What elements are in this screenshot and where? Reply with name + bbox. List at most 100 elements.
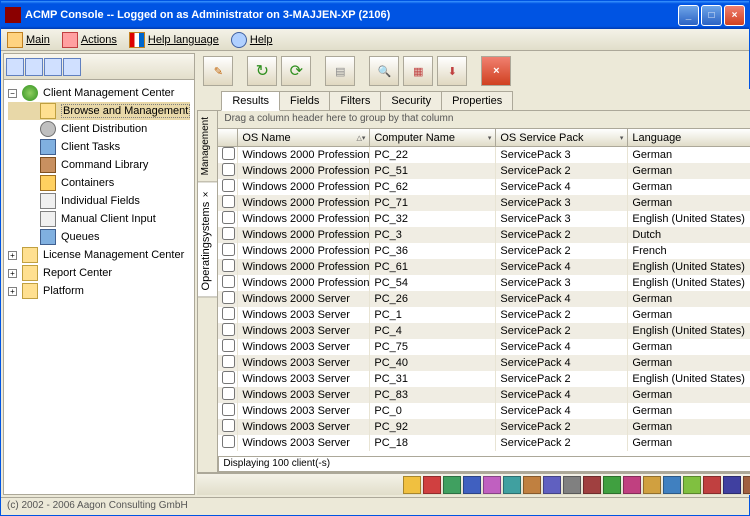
table-row[interactable]: Windows 2003 ServerPC_40ServicePack 4Ger…	[218, 355, 750, 371]
row-checkbox[interactable]	[218, 275, 238, 291]
row-checkbox[interactable]	[218, 211, 238, 227]
close-button[interactable]: ×	[724, 5, 745, 26]
row-checkbox[interactable]	[218, 323, 238, 339]
header-servicepack[interactable]: OS Service Pack▾	[496, 129, 628, 146]
table-row[interactable]: Windows 2000 ProfessionalPC_62ServicePac…	[218, 179, 750, 195]
bottom-tool-1[interactable]	[423, 476, 441, 494]
row-checkbox[interactable]	[218, 387, 238, 403]
tree-browse-mgmt[interactable]: Browse and Management	[8, 102, 190, 120]
tree-client-mgmt[interactable]: −Client Management Center	[8, 84, 190, 102]
row-checkbox[interactable]	[218, 195, 238, 211]
row-checkbox[interactable]	[218, 435, 238, 451]
row-checkbox[interactable]	[218, 371, 238, 387]
menu-help[interactable]: Help	[231, 32, 273, 48]
table-row[interactable]: Windows 2000 ProfessionalPC_51ServicePac…	[218, 163, 750, 179]
sidebar-tool-1[interactable]	[6, 58, 24, 76]
maximize-button[interactable]: □	[701, 5, 722, 26]
grid-body[interactable]: Windows 2000 ProfessionalPC_22ServicePac…	[218, 147, 750, 456]
vtab-management[interactable]: Management	[198, 111, 217, 182]
table-row[interactable]: Windows 2003 ServerPC_75ServicePack 4Ger…	[218, 339, 750, 355]
row-checkbox[interactable]	[218, 403, 238, 419]
header-language[interactable]: Language▾	[628, 129, 750, 146]
sidebar-tool-3[interactable]	[44, 58, 62, 76]
toolbar-refresh-all[interactable]: ⟳	[281, 56, 311, 86]
toolbar-grid[interactable]: ▦	[403, 56, 433, 86]
table-row[interactable]: Windows 2000 ServerPC_26ServicePack 4Ger…	[218, 291, 750, 307]
tree-queues[interactable]: Queues	[8, 228, 190, 246]
table-row[interactable]: Windows 2000 ProfessionalPC_71ServicePac…	[218, 195, 750, 211]
bottom-tool-0[interactable]	[403, 476, 421, 494]
row-checkbox[interactable]	[218, 163, 238, 179]
bottom-tool-9[interactable]	[583, 476, 601, 494]
bottom-tool-15[interactable]	[703, 476, 721, 494]
table-row[interactable]: Windows 2000 ProfessionalPC_22ServicePac…	[218, 147, 750, 163]
tab-properties[interactable]: Properties	[441, 91, 513, 110]
table-row[interactable]: Windows 2003 ServerPC_0ServicePack 4Germ…	[218, 403, 750, 419]
tree-manual-input[interactable]: Manual Client Input	[8, 210, 190, 228]
bottom-tool-11[interactable]	[623, 476, 641, 494]
bottom-tool-7[interactable]	[543, 476, 561, 494]
bottom-tool-4[interactable]	[483, 476, 501, 494]
bottom-tool-16[interactable]	[723, 476, 741, 494]
tab-filters[interactable]: Filters	[329, 91, 381, 110]
row-checkbox[interactable]	[218, 339, 238, 355]
tree-individual-fields[interactable]: Individual Fields	[8, 192, 190, 210]
header-osname[interactable]: OS Name△▾	[238, 129, 370, 146]
collapse-icon[interactable]: −	[8, 89, 17, 98]
tab-fields[interactable]: Fields	[279, 91, 330, 110]
toolbar-close[interactable]: ×	[481, 56, 511, 86]
group-bar[interactable]: Drag a column header here to group by th…	[218, 111, 750, 129]
table-row[interactable]: Windows 2003 ServerPC_1ServicePack 2Germ…	[218, 307, 750, 323]
tree-client-distrib[interactable]: Client Distribution	[8, 120, 190, 138]
row-checkbox[interactable]	[218, 179, 238, 195]
toolbar-doc[interactable]: ▤	[325, 56, 355, 86]
tree-client-tasks[interactable]: Client Tasks	[8, 138, 190, 156]
table-row[interactable]: Windows 2003 ServerPC_31ServicePack 2Eng…	[218, 371, 750, 387]
tree-report-center[interactable]: +Report Center	[8, 264, 190, 282]
table-row[interactable]: Windows 2000 ProfessionalPC_32ServicePac…	[218, 211, 750, 227]
toolbar-search[interactable]: 🔍	[369, 56, 399, 86]
table-row[interactable]: Windows 2000 ProfessionalPC_36ServicePac…	[218, 243, 750, 259]
sidebar-tool-2[interactable]	[25, 58, 43, 76]
row-checkbox[interactable]	[218, 419, 238, 435]
bottom-tool-6[interactable]	[523, 476, 541, 494]
table-row[interactable]: Windows 2003 ServerPC_83ServicePack 4Ger…	[218, 387, 750, 403]
bottom-tool-13[interactable]	[663, 476, 681, 494]
row-checkbox[interactable]	[218, 147, 238, 163]
row-checkbox[interactable]	[218, 259, 238, 275]
row-checkbox[interactable]	[218, 291, 238, 307]
table-row[interactable]: Windows 2000 ProfessionalPC_61ServicePac…	[218, 259, 750, 275]
row-checkbox[interactable]	[218, 355, 238, 371]
bottom-tool-17[interactable]	[743, 476, 750, 494]
toolbar-refresh[interactable]: ↻	[247, 56, 277, 86]
expand-icon[interactable]: +	[8, 251, 17, 260]
row-checkbox[interactable]	[218, 227, 238, 243]
table-row[interactable]: Windows 2003 ServerPC_92ServicePack 2Ger…	[218, 419, 750, 435]
vtab-operatingsystems[interactable]: Operatingsystems ×	[198, 182, 217, 297]
table-row[interactable]: Windows 2000 ProfessionalPC_3ServicePack…	[218, 227, 750, 243]
bottom-tool-3[interactable]	[463, 476, 481, 494]
bottom-tool-14[interactable]	[683, 476, 701, 494]
table-row[interactable]: Windows 2003 ServerPC_4ServicePack 2Engl…	[218, 323, 750, 339]
header-computer[interactable]: Computer Name▾	[370, 129, 496, 146]
tree-containers[interactable]: Containers	[8, 174, 190, 192]
bottom-tool-10[interactable]	[603, 476, 621, 494]
expand-icon[interactable]: +	[8, 269, 17, 278]
expand-icon[interactable]: +	[8, 287, 17, 296]
table-row[interactable]: Windows 2000 ProfessionalPC_54ServicePac…	[218, 275, 750, 291]
minimize-button[interactable]: _	[678, 5, 699, 26]
menu-main[interactable]: Main	[7, 32, 50, 48]
tree-platform[interactable]: +Platform	[8, 282, 190, 300]
tab-results[interactable]: Results	[221, 91, 280, 111]
header-checkbox[interactable]	[218, 129, 238, 146]
tree-cmd-library[interactable]: Command Library	[8, 156, 190, 174]
tab-security[interactable]: Security	[380, 91, 442, 110]
bottom-tool-8[interactable]	[563, 476, 581, 494]
sidebar-tool-4[interactable]	[63, 58, 81, 76]
bottom-tool-12[interactable]	[643, 476, 661, 494]
bottom-tool-2[interactable]	[443, 476, 461, 494]
tree-license-mgmt[interactable]: +License Management Center	[8, 246, 190, 264]
toolbar-wand[interactable]: ✎	[203, 56, 233, 86]
table-row[interactable]: Windows 2003 ServerPC_18ServicePack 2Ger…	[218, 435, 750, 451]
menu-help-language[interactable]: Help language	[129, 32, 219, 48]
